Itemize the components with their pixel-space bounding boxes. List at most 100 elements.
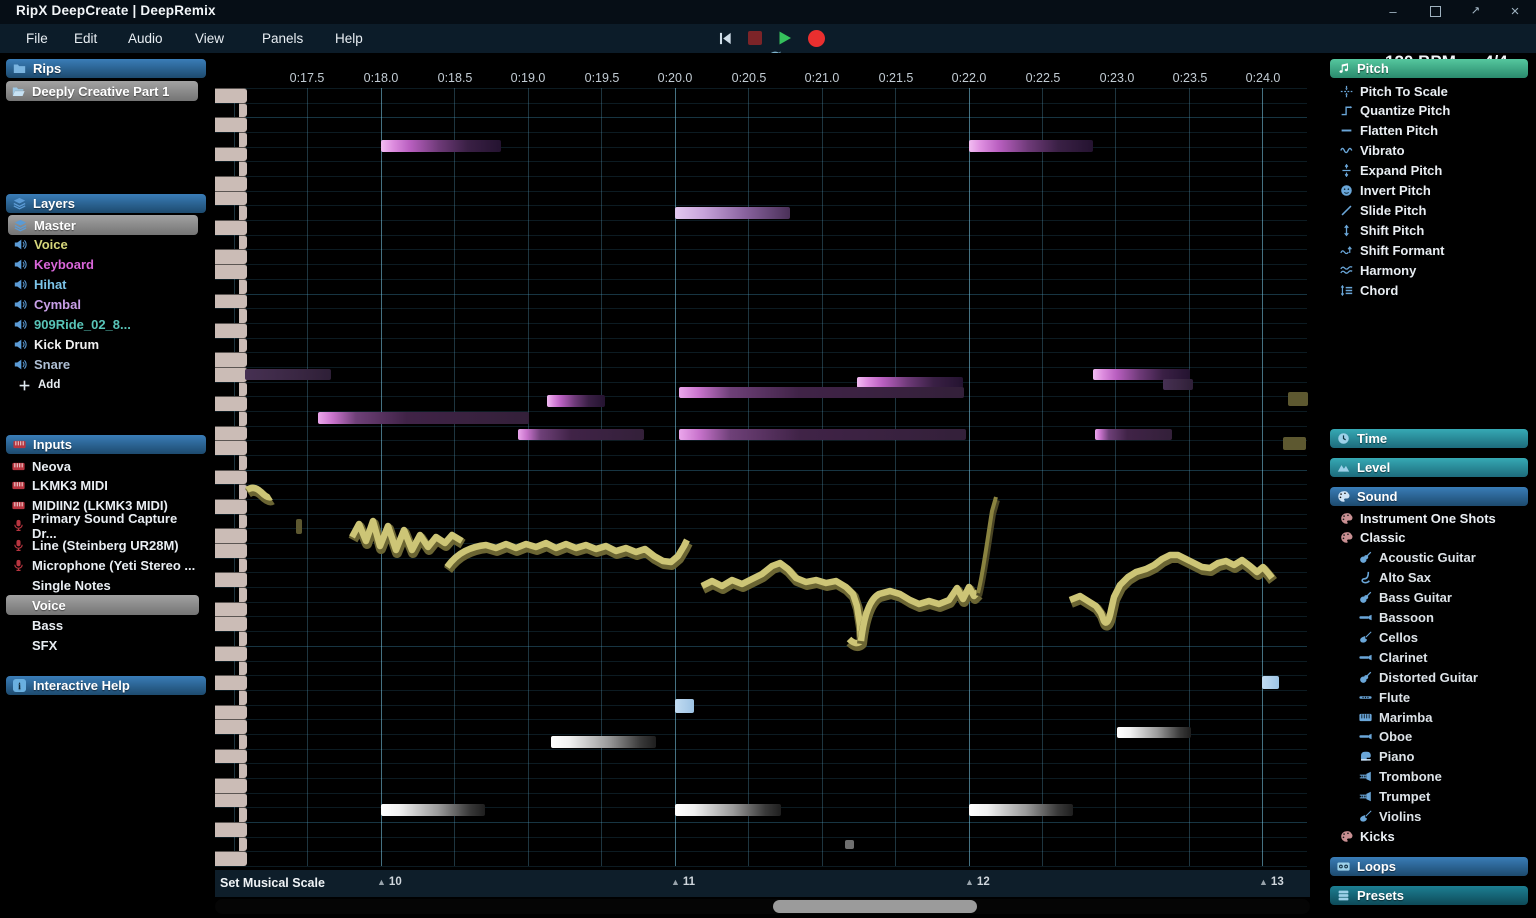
layer-item-keyboard[interactable]: Keyboard: [8, 255, 198, 275]
piano-key-white[interactable]: [215, 778, 247, 793]
piano-key-white[interactable]: [215, 367, 247, 382]
interactive-help-panel-header[interactable]: iInteractive Help: [6, 676, 206, 695]
menu-help[interactable]: Help: [323, 24, 375, 53]
piano-key-white[interactable]: [215, 646, 247, 661]
note[interactable]: [381, 804, 485, 816]
pitch-panel-header[interactable]: Pitch: [1330, 59, 1528, 78]
note[interactable]: [381, 140, 501, 152]
layer-item-snare[interactable]: Snare: [8, 354, 198, 374]
level-panel-header[interactable]: Level: [1330, 458, 1528, 477]
input-item-sfx[interactable]: SFX: [6, 635, 199, 655]
pitch-tool-quantize-pitch[interactable]: Quantize Pitch: [1334, 101, 1528, 121]
piano-key-white[interactable]: [215, 675, 247, 690]
sound-item-violins[interactable]: Violins: [1353, 807, 1536, 827]
piano-key-white[interactable]: [215, 499, 247, 514]
sound-item-trombone[interactable]: Trombone: [1353, 767, 1536, 787]
layer-item-909ride-02-8[interactable]: 909Ride_02_8...: [8, 315, 198, 335]
minimize-button[interactable]: –: [1380, 2, 1406, 22]
pitch-tool-pitch-to-scale[interactable]: Pitch To Scale: [1334, 81, 1528, 101]
input-item-bass[interactable]: Bass: [6, 615, 199, 635]
inputs-panel-header[interactable]: Inputs: [6, 435, 206, 454]
time-panel-header[interactable]: Time: [1330, 429, 1528, 448]
pitch-tool-vibrato[interactable]: Vibrato: [1334, 141, 1528, 161]
bar-marker-10[interactable]: ▲10: [377, 876, 402, 889]
pitch-tool-expand-pitch[interactable]: Expand Pitch: [1334, 161, 1528, 181]
input-item-primary-sound-capture-dr[interactable]: Primary Sound Capture Dr...: [6, 516, 199, 536]
bar-marker-13[interactable]: ▲13: [1259, 876, 1284, 889]
note[interactable]: [1288, 392, 1308, 406]
pitch-tool-invert-pitch[interactable]: Invert Pitch: [1334, 181, 1528, 201]
piano-key-white[interactable]: [215, 396, 247, 411]
layer-item-kick-drum[interactable]: Kick Drum: [8, 334, 198, 354]
piano-key-white[interactable]: [215, 719, 247, 734]
piano-key-white[interactable]: [215, 470, 247, 485]
piano-key-white[interactable]: [215, 602, 247, 617]
sound-item-cellos[interactable]: Cellos: [1353, 627, 1536, 647]
piano-key-black-row[interactable]: [239, 103, 247, 118]
piano-key-black-row[interactable]: [239, 132, 247, 147]
note[interactable]: [969, 140, 1093, 152]
note[interactable]: [845, 840, 854, 849]
piano-key-black-row[interactable]: [239, 661, 247, 676]
stop-button[interactable]: [748, 31, 762, 45]
piano-roll-area[interactable]: 0:17.50:18.00:18.50:19.00:19.50:20.00:20…: [215, 53, 1310, 870]
note[interactable]: [969, 804, 1073, 816]
sound-item-alto-sax[interactable]: Alto Sax: [1353, 568, 1536, 588]
piano-key-black-row[interactable]: [239, 690, 247, 705]
layers-panel-header[interactable]: Layers: [6, 194, 206, 213]
sound-item-classic[interactable]: Classic: [1334, 528, 1524, 548]
piano-key-black-row[interactable]: [239, 484, 247, 499]
menu-file[interactable]: File: [14, 24, 60, 53]
piano-key-white[interactable]: [215, 616, 247, 631]
sound-item-distorted-guitar[interactable]: Distorted Guitar: [1353, 667, 1536, 687]
note[interactable]: [679, 387, 964, 398]
pitch-tool-shift-pitch[interactable]: Shift Pitch: [1334, 221, 1528, 241]
play-button[interactable]: [777, 30, 793, 46]
menu-panels[interactable]: Panels: [250, 24, 315, 53]
note[interactable]: [1163, 379, 1193, 390]
note[interactable]: [1117, 727, 1191, 738]
input-item-neova[interactable]: Neova: [6, 456, 199, 476]
sound-item-bassoon[interactable]: Bassoon: [1353, 608, 1536, 628]
note[interactable]: [1095, 429, 1172, 440]
loops-panel-header[interactable]: Loops: [1330, 857, 1528, 876]
piano-key-black-row[interactable]: [239, 279, 247, 294]
piano-key-black-row[interactable]: [239, 455, 247, 470]
bar-marker-11[interactable]: ▲11: [671, 876, 695, 889]
piano-key-white[interactable]: [215, 440, 247, 455]
piano-key-black-row[interactable]: [239, 382, 247, 397]
layer-item-voice[interactable]: Voice: [8, 235, 198, 255]
piano-key-white[interactable]: [215, 426, 247, 441]
input-item-voice[interactable]: Voice: [6, 595, 199, 615]
pitch-tool-harmony[interactable]: Harmony: [1334, 261, 1528, 281]
sound-item-instrument-one-shots[interactable]: Instrument One Shots: [1334, 508, 1524, 528]
piano-key-black-row[interactable]: [239, 807, 247, 822]
pitch-tool-chord[interactable]: Chord: [1334, 281, 1528, 301]
layer-item-cymbal[interactable]: Cymbal: [8, 295, 198, 315]
input-item-single-notes[interactable]: Single Notes: [6, 575, 199, 595]
note[interactable]: [675, 207, 790, 219]
sound-item-acoustic-guitar[interactable]: Acoustic Guitar: [1353, 548, 1536, 568]
piano-key-black-row[interactable]: [239, 734, 247, 749]
horizontal-scrollbar[interactable]: [215, 899, 1310, 914]
piano-key-white[interactable]: [215, 352, 247, 367]
piano-key-white[interactable]: [215, 793, 247, 808]
piano-key-white[interactable]: [215, 323, 247, 338]
sound-panel-header[interactable]: Sound: [1330, 487, 1528, 506]
input-item-microphone-yeti-stereo[interactable]: Microphone (Yeti Stereo ...: [6, 556, 199, 576]
piano-key-white[interactable]: [215, 528, 247, 543]
piano-key-white[interactable]: [215, 294, 247, 309]
piano-key-white[interactable]: [215, 851, 247, 866]
piano-key-black-row[interactable]: [239, 235, 247, 250]
layer-item-master[interactable]: Master: [8, 215, 198, 235]
add-layer-button[interactable]: Add: [12, 375, 112, 395]
rips-panel-header[interactable]: Rips: [6, 59, 206, 78]
piano-key-black-row[interactable]: [239, 763, 247, 778]
piano-key-black-row[interactable]: [239, 338, 247, 353]
rip-item-deeply-creative-part-1[interactable]: Deeply Creative Part 1: [6, 81, 198, 101]
piano-key-black-row[interactable]: [239, 161, 247, 176]
piano-key-black-row[interactable]: [239, 587, 247, 602]
piano-key-white[interactable]: [215, 749, 247, 764]
sound-item-trumpet[interactable]: Trumpet: [1353, 787, 1536, 807]
note[interactable]: [547, 395, 605, 407]
